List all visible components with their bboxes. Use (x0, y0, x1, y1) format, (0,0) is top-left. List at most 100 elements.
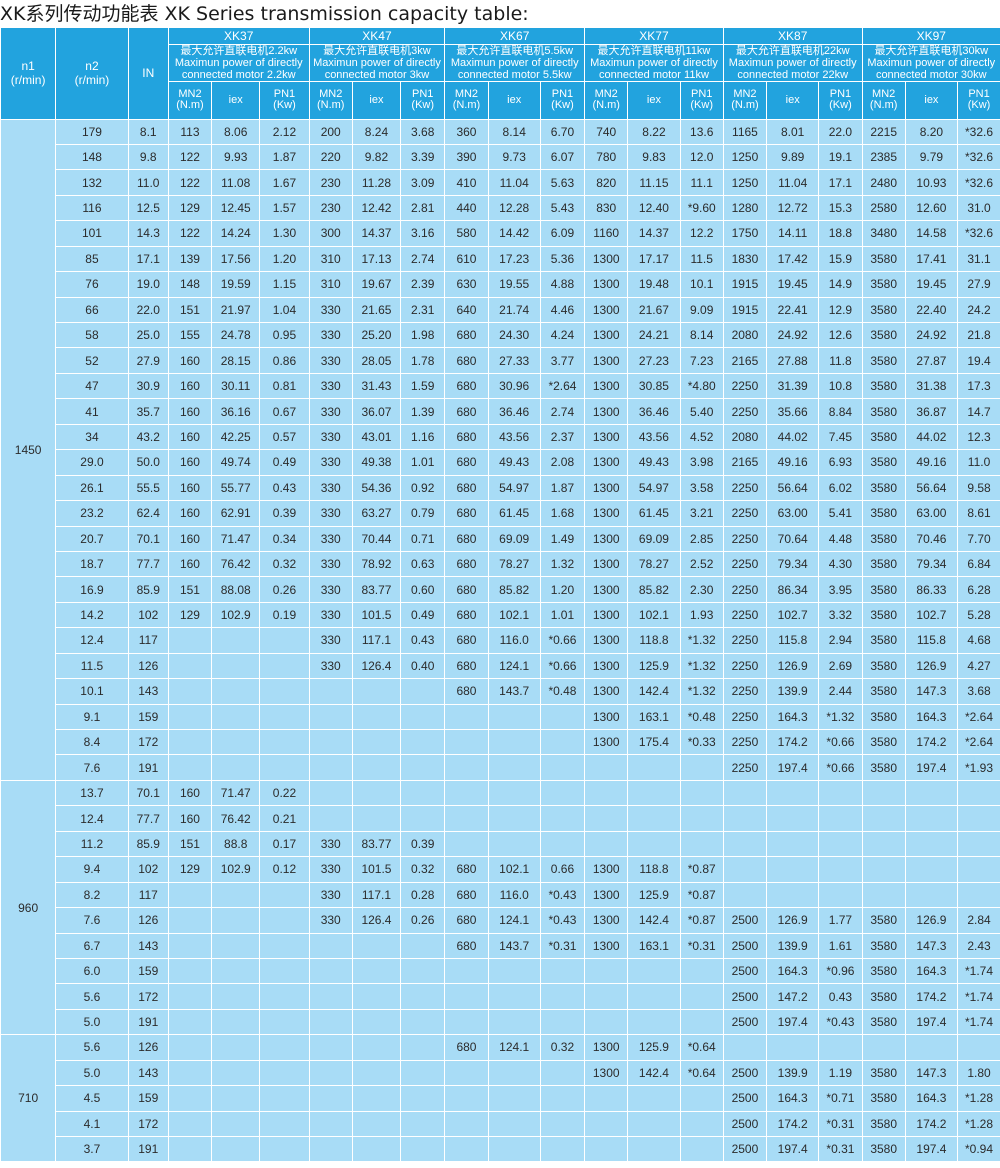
cell-value: 31.38 (916, 379, 947, 394)
table-cell (211, 653, 260, 680)
table-cell: 7.23 (679, 347, 724, 374)
table-cell: 2500 (722, 1085, 767, 1112)
model-name: XK77 (639, 28, 669, 43)
table-cell: 160 (167, 449, 212, 476)
cell-value: 76 (85, 277, 99, 292)
table-cell: *1.32 (818, 704, 863, 731)
cell-value: 740 (596, 124, 617, 139)
table-cell: 18.8 (818, 220, 863, 247)
cell-value: 31.39 (777, 379, 808, 394)
cell-value: 6.0 (83, 964, 101, 979)
table-cell: 11.28 (351, 169, 401, 196)
table-row: 10.1 143 680 143.7 *0.48 1300 142.4 *1.32 2250 13… (1, 678, 1000, 705)
cell-value: 1250 (731, 150, 759, 165)
cell-value: 3.32 (828, 608, 853, 623)
table-cell (487, 1060, 541, 1087)
table-cell (584, 1009, 628, 1036)
table-cell: *0.33 (679, 729, 724, 756)
cell-value: 330 (320, 836, 341, 851)
cell-value: 7.70 (967, 531, 991, 546)
table-cell (167, 678, 212, 705)
table-cell: 124.1 (487, 907, 541, 934)
cell-value: 164.3 (916, 964, 947, 979)
cell-value: 143.7 (499, 938, 530, 953)
cell-value: 122 (179, 150, 200, 165)
cell-value: 1915 (731, 277, 759, 292)
cell-value: 172 (138, 989, 159, 1004)
cell-value: 102.1 (499, 862, 530, 877)
cell-value: *0.43 (826, 1015, 855, 1030)
table-cell (487, 805, 541, 832)
cell-value: 164.3 (777, 1091, 808, 1106)
cell-value: 7.6 (83, 913, 101, 928)
table-cell (539, 1111, 585, 1138)
table-cell: 61.45 (627, 500, 681, 527)
in-label: IN (142, 66, 155, 81)
cell-value: 0.40 (411, 658, 435, 673)
cell-value: 117 (138, 887, 158, 902)
table-cell: *0.48 (679, 704, 724, 731)
cell-value: 30.96 (499, 379, 530, 394)
table-cell: 63.00 (904, 500, 958, 527)
table-cell (259, 704, 310, 731)
cell-value: 6.70 (550, 124, 575, 139)
cell-value: 680 (456, 862, 477, 877)
cell-value: 19.48 (638, 277, 669, 292)
cell-value: 101.5 (361, 862, 392, 877)
table-cell: 3.98 (679, 449, 724, 476)
table-cell: 164.3 (766, 1085, 819, 1112)
cell-value: 14.11 (778, 226, 808, 241)
table-cell: 1.98 (400, 322, 445, 349)
cell-value: 102.1 (638, 608, 669, 623)
cell-value: 102.9 (220, 608, 251, 623)
table-cell: 85.9 (127, 831, 169, 858)
table-cell: 14.11 (766, 220, 819, 247)
cell-value: 17.56 (220, 251, 251, 266)
table-cell: 10.93 (904, 169, 958, 196)
cell-value: 1300 (592, 429, 620, 444)
table-cell (722, 882, 767, 909)
mn2-unit: (N.m) (869, 99, 898, 111)
table-cell: 330 (308, 882, 353, 909)
cell-value: 21.65 (361, 302, 392, 317)
table-cell: 330 (308, 526, 353, 552)
table-cell: 3580 (861, 1111, 906, 1138)
table-cell: 21.67 (627, 297, 681, 324)
table-cell (167, 1085, 212, 1112)
pn1-unit-wrap: (Kw) (402, 100, 445, 111)
cell-value: 117.1 (361, 633, 392, 648)
table-cell: 36.07 (351, 398, 401, 425)
spec-en2: connected motor 2.2kw (181, 68, 296, 81)
cell-value: 3.68 (967, 684, 991, 699)
table-cell: 0.22 (259, 780, 310, 807)
table-cell: 117.1 (351, 882, 401, 909)
table-cell (957, 856, 1000, 883)
cell-value: 142.4 (638, 913, 669, 928)
table-cell: *0.31 (539, 933, 585, 959)
model-spec-xk97: 最大允许直联电机30kw Maximun power of directly con… (861, 44, 1000, 82)
table-cell (444, 1085, 489, 1112)
table-cell: 24.78 (211, 322, 260, 349)
cell-value: 5.0 (83, 1015, 101, 1030)
cell-value: 680 (456, 506, 477, 521)
table-cell: 9.1 (55, 704, 129, 731)
cell-value: 3580 (870, 404, 898, 419)
cell-value: 43.56 (638, 429, 669, 444)
table-cell (400, 780, 445, 807)
table-cell: 88.8 (211, 831, 260, 858)
mn2-unit: (N.m) (731, 99, 759, 111)
cell-value: 18.7 (80, 557, 104, 572)
cell-value: 62.91 (220, 506, 251, 521)
cell-value: 330 (320, 862, 341, 877)
cell-value: 2250 (731, 684, 759, 699)
table-cell: 12.2 (679, 220, 724, 247)
table-cell: 830 (584, 195, 628, 222)
table-cell: 1300 (584, 551, 628, 578)
cell-value: 6.02 (828, 480, 853, 495)
table-cell: 151 (167, 831, 212, 858)
cell-value: 44.02 (916, 429, 947, 444)
pn1-unit-wrap: (Kw) (681, 100, 723, 111)
cell-value: 155 (179, 328, 200, 343)
table-cell: 0.32 (259, 551, 310, 578)
table-cell (766, 882, 819, 909)
